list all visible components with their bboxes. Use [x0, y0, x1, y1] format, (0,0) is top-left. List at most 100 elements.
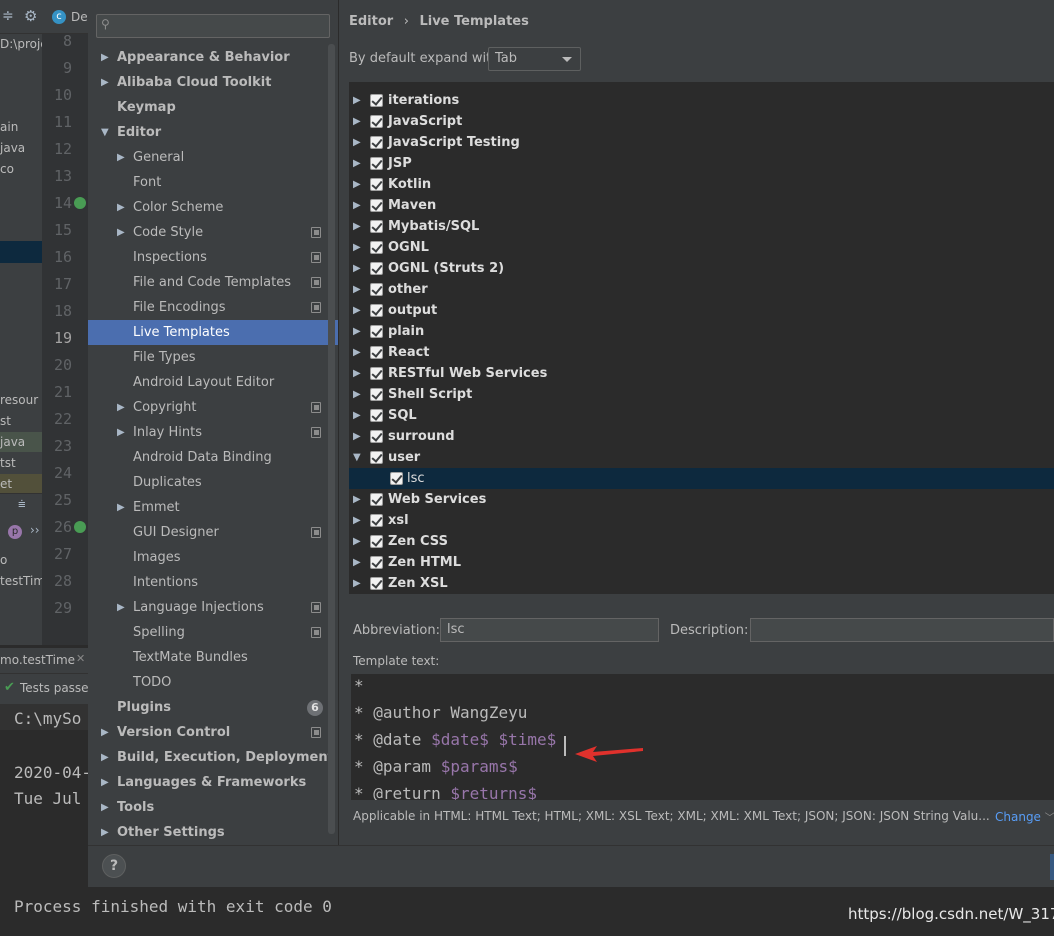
- project-row[interactable]: resour: [0, 390, 42, 410]
- settings-tree-item[interactable]: ▶ Alibaba Cloud Toolkit: [88, 70, 338, 95]
- collapsed-arrow-icon[interactable]: ▶: [101, 45, 109, 70]
- collapsed-arrow-icon[interactable]: ▶: [353, 195, 361, 216]
- collapsed-arrow-icon[interactable]: ▶: [353, 426, 361, 447]
- template-text-editor[interactable]: * * @author WangZeyu * @date $date$ $time$…: [351, 674, 1054, 800]
- collapsed-arrow-icon[interactable]: ▶: [101, 70, 109, 95]
- settings-tree-item[interactable]: Android Data Binding: [88, 445, 338, 470]
- template-group[interactable]: ▶ SQL: [349, 405, 1054, 426]
- project-row[interactable]: tst: [0, 453, 42, 473]
- template-group[interactable]: ▶ OGNL (Struts 2): [349, 258, 1054, 279]
- settings-tree-item[interactable]: Keymap: [88, 95, 338, 120]
- template-checkbox[interactable]: [370, 367, 383, 380]
- template-checkbox[interactable]: [370, 220, 383, 233]
- collapsed-arrow-icon[interactable]: ▶: [353, 90, 361, 111]
- template-group[interactable]: ▶ JavaScript Testing: [349, 132, 1054, 153]
- template-checkbox[interactable]: [370, 535, 383, 548]
- template-checkbox[interactable]: [370, 346, 383, 359]
- settings-tree-item[interactable]: File Types: [88, 345, 338, 370]
- settings-tree-item[interactable]: ▶ Other Settings: [88, 820, 338, 845]
- project-row[interactable]: st: [0, 411, 42, 431]
- template-group[interactable]: ▶ React: [349, 342, 1054, 363]
- template-group[interactable]: ▶ Shell Script: [349, 384, 1054, 405]
- collapsed-arrow-icon[interactable]: ▶: [353, 216, 361, 237]
- settings-tree-item[interactable]: File Encodings: [88, 295, 338, 320]
- collapsed-arrow-icon[interactable]: ▶: [353, 573, 361, 594]
- settings-tree-item[interactable]: TextMate Bundles: [88, 645, 338, 670]
- close-icon[interactable]: ✕: [76, 652, 85, 665]
- collapsed-arrow-icon[interactable]: ▶: [353, 321, 361, 342]
- project-row[interactable]: java: [0, 138, 42, 158]
- project-row[interactable]: [0, 264, 42, 284]
- settings-tree-item[interactable]: ▼ Editor: [88, 120, 338, 145]
- settings-tree-item[interactable]: ▶ Languages & Frameworks: [88, 770, 338, 795]
- settings-tree-item[interactable]: File and Code Templates: [88, 270, 338, 295]
- collapsed-arrow-icon[interactable]: ▶: [353, 153, 361, 174]
- settings-tree-item[interactable]: Font: [88, 170, 338, 195]
- template-group[interactable]: ▶ output: [349, 300, 1054, 321]
- collapsed-arrow-icon[interactable]: ▶: [101, 820, 109, 845]
- template-group[interactable]: ▶ surround: [349, 426, 1054, 447]
- breadcrumb-parent[interactable]: Editor: [349, 14, 393, 29]
- project-row[interactable]: co: [0, 159, 42, 179]
- collapsed-arrow-icon[interactable]: ▶: [353, 342, 361, 363]
- settings-tree-item[interactable]: Intentions: [88, 570, 338, 595]
- template-group[interactable]: ▶ Mybatis/SQL: [349, 216, 1054, 237]
- collapsed-arrow-icon[interactable]: ▶: [353, 258, 361, 279]
- collapsed-arrow-icon[interactable]: ▶: [101, 795, 109, 820]
- collapsed-arrow-icon[interactable]: ▶: [353, 111, 361, 132]
- run-tab-label[interactable]: mo.testTime: [0, 653, 75, 667]
- project-row[interactable]: java: [0, 432, 42, 452]
- expanded-arrow-icon[interactable]: ▼: [353, 447, 361, 468]
- collapsed-arrow-icon[interactable]: ▶: [353, 510, 361, 531]
- expanded-arrow-icon[interactable]: ▼: [101, 120, 109, 145]
- template-group[interactable]: ▶ Zen XSL: [349, 573, 1054, 594]
- settings-tree-item[interactable]: GUI Designer: [88, 520, 338, 545]
- collapsed-arrow-icon[interactable]: ▶: [117, 220, 125, 245]
- help-button[interactable]: ?: [102, 854, 126, 878]
- collapsed-arrow-icon[interactable]: ▶: [117, 145, 125, 170]
- collapsed-arrow-icon[interactable]: ▶: [353, 300, 361, 321]
- template-checkbox[interactable]: [370, 493, 383, 506]
- tree-scrollbar[interactable]: [328, 44, 335, 834]
- template-checkbox[interactable]: [370, 325, 383, 338]
- editor-tab[interactable]: c De: [42, 0, 88, 34]
- run-test-icon[interactable]: [74, 197, 86, 209]
- project-row[interactable]: [0, 180, 42, 200]
- settings-search-input[interactable]: ⚲: [96, 14, 330, 38]
- more-icon[interactable]: ››: [30, 523, 40, 537]
- collapsed-arrow-icon[interactable]: ▶: [353, 237, 361, 258]
- collapsed-arrow-icon[interactable]: ▶: [353, 384, 361, 405]
- settings-tree-item[interactable]: ▶ Language Injections: [88, 595, 338, 620]
- template-group[interactable]: ▶ xsl: [349, 510, 1054, 531]
- gear-icon[interactable]: ⚙: [24, 7, 37, 25]
- template-checkbox[interactable]: [370, 136, 383, 149]
- settings-tree-item[interactable]: ▶ Inlay Hints: [88, 420, 338, 445]
- project-row[interactable]: ain: [0, 117, 42, 137]
- description-input[interactable]: [750, 618, 1054, 642]
- template-checkbox[interactable]: [370, 556, 383, 569]
- settings-tree-item[interactable]: ▶ Tools: [88, 795, 338, 820]
- ok-button[interactable]: [1050, 854, 1054, 880]
- template-group[interactable]: ▶ Zen CSS: [349, 531, 1054, 552]
- settings-tree-item[interactable]: Duplicates: [88, 470, 338, 495]
- project-row[interactable]: [0, 222, 42, 242]
- template-group[interactable]: ▶ OGNL: [349, 237, 1054, 258]
- template-checkbox[interactable]: [370, 388, 383, 401]
- project-row[interactable]: et: [0, 474, 42, 494]
- settings-tree-item[interactable]: ▶ Code Style: [88, 220, 338, 245]
- collapsed-arrow-icon[interactable]: ▶: [353, 174, 361, 195]
- template-group[interactable]: ▶ JavaScript: [349, 111, 1054, 132]
- template-checkbox[interactable]: [370, 304, 383, 317]
- template-group[interactable]: ▶ iterations: [349, 90, 1054, 111]
- template-checkbox[interactable]: [370, 157, 383, 170]
- template-checkbox[interactable]: [370, 178, 383, 191]
- template-checkbox[interactable]: [370, 262, 383, 275]
- collapsed-arrow-icon[interactable]: ▶: [117, 595, 125, 620]
- settings-tree-item[interactable]: Live Templates: [88, 320, 338, 345]
- collapsed-arrow-icon[interactable]: ▶: [353, 279, 361, 300]
- settings-tree-item[interactable]: Plugins 6: [88, 695, 338, 720]
- settings-tree-item[interactable]: ▶ Appearance & Behavior: [88, 45, 338, 70]
- search-field[interactable]: [117, 17, 323, 35]
- collapsed-arrow-icon[interactable]: ▶: [353, 531, 361, 552]
- template-checkbox[interactable]: [370, 451, 383, 464]
